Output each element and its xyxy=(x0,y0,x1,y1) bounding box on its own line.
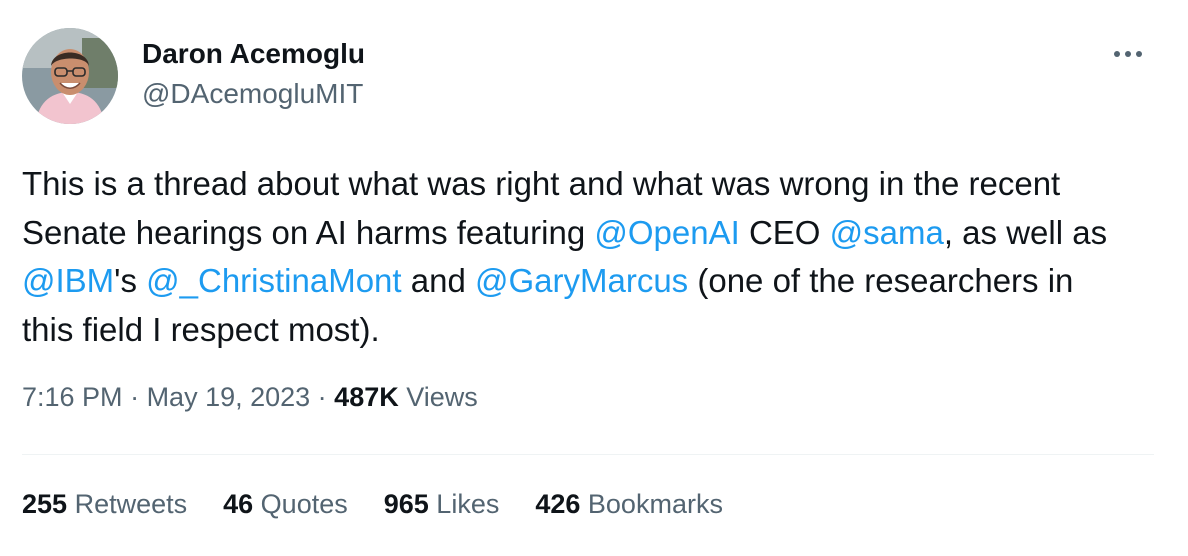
tweet-text-segment: , as well as xyxy=(943,213,1108,251)
meta-separator: · xyxy=(310,382,335,412)
mention-sama-link[interactable]: @sama xyxy=(830,214,944,251)
divider xyxy=(22,454,1154,455)
mention-ibm-link[interactable]: @IBM xyxy=(22,262,114,299)
tweet-text: This is a thread about what was right an… xyxy=(22,160,1162,354)
bookmarks-label: Bookmarks xyxy=(580,489,723,519)
more-options-button[interactable] xyxy=(1108,36,1148,72)
avatar[interactable] xyxy=(22,28,118,124)
mention-christinamont-link[interactable]: @_ChristinaMont xyxy=(146,262,401,299)
tweet-text-segment: This is a thread about what was right an… xyxy=(22,165,1061,202)
bookmarks-count: 426 xyxy=(535,489,581,519)
tweet-meta: 7:16 PM · May 19, 2023 · 487K Views xyxy=(22,382,478,413)
tweet-time-link[interactable]: 7:16 PM xyxy=(22,382,123,412)
meta-separator: · xyxy=(122,382,147,412)
tweet-text-line: @IBM's @_ChristinaMont and @GaryMarcus (… xyxy=(22,257,1162,306)
likes-count: 965 xyxy=(383,489,429,519)
views-count: 487K xyxy=(334,382,399,412)
quotes-label: Quotes xyxy=(253,489,348,519)
retweets-label: Retweets xyxy=(67,489,188,519)
tweet-text-segment: Senate hearings on AI harms featuring xyxy=(22,213,595,251)
tweet-text-line: this field I respect most). xyxy=(22,306,1162,355)
quotes-stat[interactable]: 46 Quotes xyxy=(223,489,348,520)
tweet-text-segment: (one of the researchers in xyxy=(688,262,1074,299)
bookmarks-stat[interactable]: 426 Bookmarks xyxy=(535,489,723,520)
retweets-stat[interactable]: 255 Retweets xyxy=(22,489,187,520)
author-display-name[interactable]: Daron Acemoglu xyxy=(142,38,365,70)
more-horizontal-icon xyxy=(1114,51,1142,57)
retweets-count: 255 xyxy=(22,489,68,519)
tweet-text-segment: and xyxy=(401,262,475,299)
tweet-text-line: Senate hearings on AI harms featuring @O… xyxy=(22,209,1162,258)
avatar-photo xyxy=(22,28,118,124)
tweet-text-segment: CEO xyxy=(739,213,830,251)
mention-openai-link[interactable]: @OpenAI xyxy=(594,214,739,251)
tweet-card: Daron Acemoglu @DAcemogluMIT This is a t… xyxy=(0,0,1188,556)
mention-garymarcus-link[interactable]: @GaryMarcus xyxy=(475,262,688,299)
tweet-text-line: This is a thread about what was right an… xyxy=(22,160,1162,209)
likes-label: Likes xyxy=(428,489,500,519)
author-handle[interactable]: @DAcemogluMIT xyxy=(142,78,363,110)
quotes-count: 46 xyxy=(223,489,254,519)
likes-stat[interactable]: 965 Likes xyxy=(384,489,500,520)
engagement-stats: 255 Retweets 46 Quotes 965 Likes 426 Bookma… xyxy=(22,489,759,520)
tweet-text-segment: this field I respect most). xyxy=(22,310,380,348)
views-label: Views xyxy=(398,382,478,412)
tweet-date-link[interactable]: May 19, 2023 xyxy=(147,382,311,412)
tweet-text-segment: 's xyxy=(114,262,147,299)
